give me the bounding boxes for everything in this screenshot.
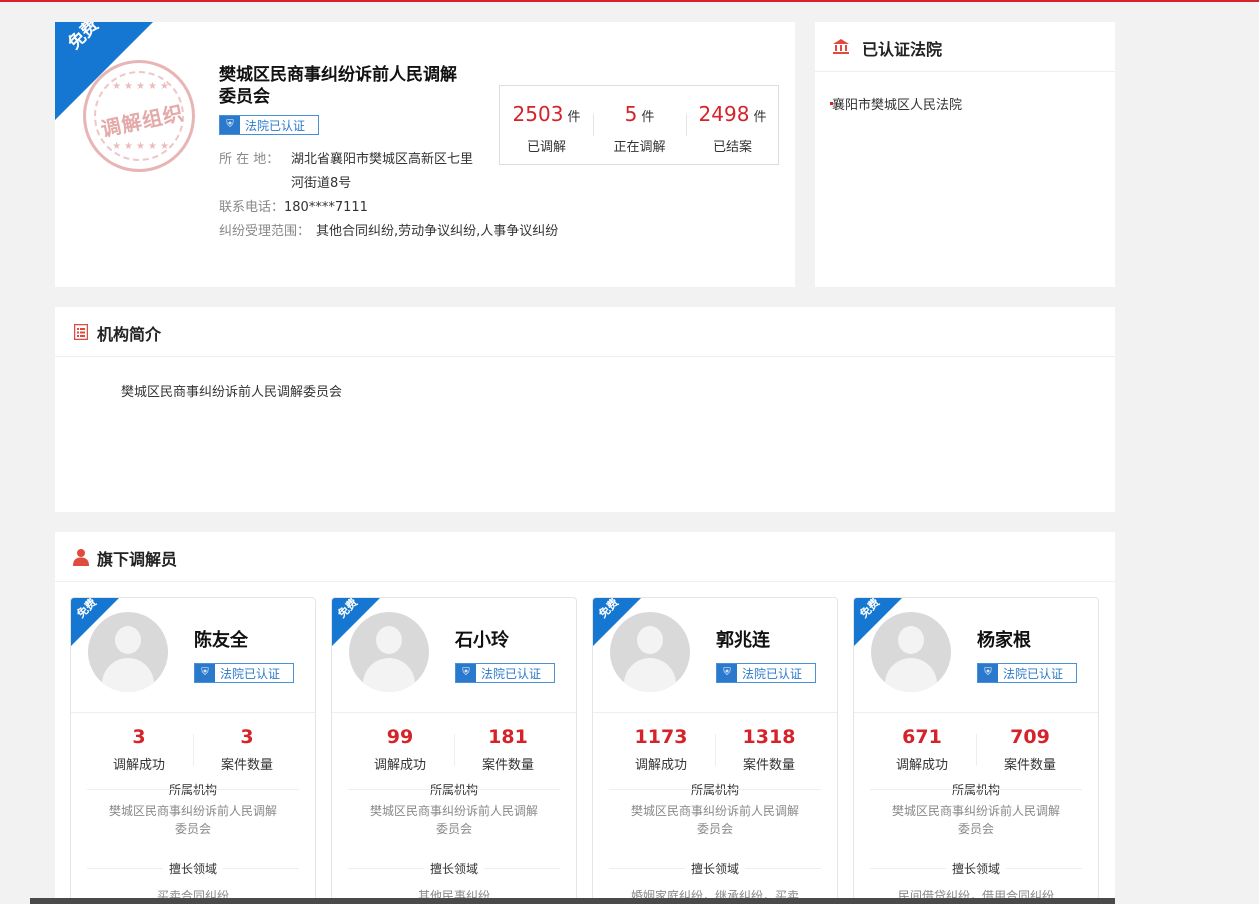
org-phone-row: 联系电话：180****7111: [219, 196, 368, 220]
shield-icon: ⛨: [195, 664, 215, 682]
court-verified-badge: ⛨ 法院已认证: [716, 663, 816, 683]
org-name: 樊城区民商事纠纷诉前人民调解委员会: [219, 65, 457, 107]
mediator-name[interactable]: 郭兆连: [716, 626, 770, 652]
field-heading: 擅长领域: [854, 860, 1098, 877]
court-verified-badge: ⛨ 法院已认证: [455, 663, 555, 683]
avatar: [610, 612, 690, 692]
shield-icon: ⛨: [717, 664, 737, 682]
case-count: 709 案件数量: [1003, 726, 1056, 773]
mediator-org: 樊城区民商事纠纷诉前人民调解 委员会: [369, 804, 538, 836]
court-header: 已认证法院: [815, 22, 1115, 72]
success-count: 671 调解成功: [895, 726, 948, 773]
mediator-card[interactable]: 免费 郭兆连 ⛨ 法院已认证 1173 调解成功 1318 案件数量 所属机构 樊城…: [592, 597, 838, 904]
case-count: 1318 案件数量: [742, 726, 796, 773]
mediator-org: 樊城区民商事纠纷诉前人民调解 委员会: [630, 804, 799, 836]
court-verified-badge: ⛨ 法院已认证: [977, 663, 1077, 683]
mediator-name[interactable]: 陈友全: [194, 626, 248, 652]
org-intro-card: 机构简介 樊城区民商事纠纷诉前人民调解委员会: [55, 307, 1115, 512]
avatar: [871, 612, 951, 692]
phone-label: 联系电话：: [219, 200, 285, 215]
top-accent-line: [0, 0, 1259, 2]
mediator-card[interactable]: 免费 杨家根 ⛨ 法院已认证 671 调解成功 709 案件数量 所属机构 樊城区民…: [853, 597, 1099, 904]
intro-header: 机构简介: [55, 307, 1115, 357]
seal-stars-bottom: ★★★★★: [112, 141, 172, 152]
mediator-card[interactable]: 免费 石小玲 ⛨ 法院已认证 99 调解成功 181 案件数量 所属机构 樊城区民商…: [331, 597, 577, 904]
seal-stars-top: ★★★★★: [112, 81, 172, 92]
case-count: 3 案件数量: [220, 726, 273, 773]
success-count: 1173 调解成功: [634, 726, 688, 773]
success-count: 99 调解成功: [373, 726, 426, 773]
court-section-title: 已认证法院: [862, 40, 943, 59]
org-scope: 其他合同纠纷,劳动争议纠纷,人事争议纠纷: [316, 224, 559, 239]
intro-text: 樊城区民商事纠纷诉前人民调解委员会: [121, 385, 343, 400]
mediator-name[interactable]: 石小玲: [455, 626, 509, 652]
intro-section-title: 机构简介: [97, 325, 162, 344]
org-phone: 180****7111: [284, 200, 368, 215]
scope-label: 纠纷受理范围：: [219, 224, 311, 239]
mediators-section-title: 旗下调解员: [97, 550, 178, 569]
field-heading: 擅长领域: [593, 860, 837, 877]
success-count: 3 调解成功: [112, 726, 165, 773]
court-verified-badge: ⛨ 法院已认证: [219, 115, 319, 135]
person-icon: [73, 549, 89, 566]
org-location: 湖北省襄阳市樊城区高新区七里 河街道8号: [291, 152, 474, 191]
avatar: [88, 612, 168, 692]
court-verified-badge: ⛨ 法院已认证: [194, 663, 294, 683]
court-building-icon: [833, 39, 849, 54]
shield-icon: ⛨: [456, 664, 476, 682]
location-label: 所 在 地：: [219, 152, 280, 167]
mediator-org: 樊城区民商事纠纷诉前人民调解 委员会: [891, 804, 1060, 836]
mediators-header: 旗下调解员: [55, 532, 1115, 582]
mediator-name[interactable]: 杨家根: [977, 626, 1031, 652]
mediator-card[interactable]: 免费 陈友全 ⛨ 法院已认证 3 调解成功 3 案件数量 所属机构 樊城区民商事纠纷…: [70, 597, 316, 904]
org-location-row: 所 在 地：: [219, 148, 279, 172]
court-link[interactable]: 襄阳市樊城区人民法院: [829, 94, 962, 113]
shield-icon: ⛨: [978, 664, 998, 682]
field-heading: 擅长领域: [332, 860, 576, 877]
document-icon: [74, 324, 88, 340]
org-profile-card: 免费 ★★★★★ 调解组织 ★★★★★ 樊城区民商事纠纷诉前人民调解委员会 ⛨ …: [55, 22, 795, 287]
avatar: [349, 612, 429, 692]
mediators-card: 旗下调解员 免费 陈友全 ⛨ 法院已认证 3 调解成功 3 案件数量 所属机构 樊城…: [55, 532, 1115, 904]
org-stats-box: 2503 件 已调解 5件 正在调解 2498 件 已结案: [499, 85, 779, 165]
horizontal-scrollbar[interactable]: [30, 898, 1115, 904]
mediator-org: 樊城区民商事纠纷诉前人民调解 委员会: [108, 804, 277, 836]
org-scope-row: 纠纷受理范围： 其他合同纠纷,劳动争议纠纷,人事争议纠纷: [219, 220, 558, 244]
shield-icon: ⛨: [220, 116, 240, 134]
verified-court-card: 已认证法院 襄阳市樊城区人民法院: [815, 22, 1115, 287]
case-count: 181 案件数量: [481, 726, 534, 773]
field-heading: 擅长领域: [71, 860, 315, 877]
org-seal-logo: ★★★★★ 调解组织 ★★★★★: [83, 60, 195, 172]
